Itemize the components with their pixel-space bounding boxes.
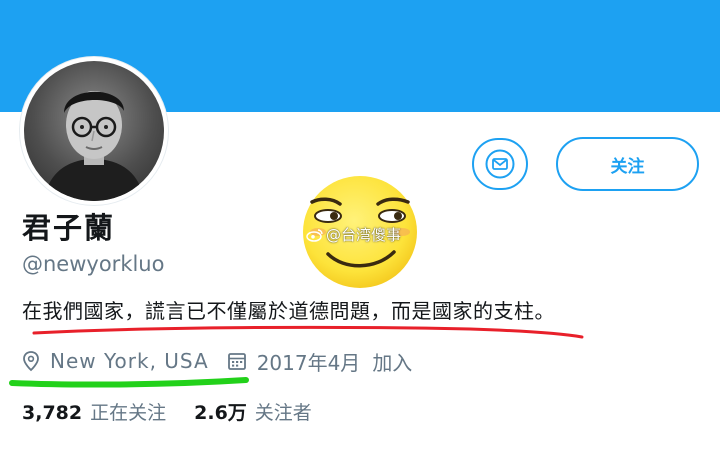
joined-date: 2017年4月: [256, 350, 361, 375]
portrait-graphic: [44, 91, 144, 201]
red-underline-annotation: [32, 325, 584, 339]
location-pin-icon: [23, 351, 39, 372]
envelope-icon: [485, 149, 515, 179]
following-count: 3,782: [22, 402, 83, 424]
follow-button[interactable]: 关注: [556, 137, 699, 191]
weibo-icon: [306, 229, 323, 242]
green-underline-annotation: [9, 377, 249, 388]
follow-button-label: 关注: [610, 156, 645, 177]
followers-stat[interactable]: 2.6万 关注者: [194, 398, 312, 425]
following-stat[interactable]: 3,782 正在关注: [22, 398, 166, 425]
watermark-text: @台湾傻事: [326, 226, 402, 244]
location-text: New York, USA: [50, 349, 209, 373]
watermark: @台湾傻事: [306, 224, 401, 245]
handle: @newyorkluo: [22, 252, 165, 276]
calendar-icon: [227, 353, 246, 370]
display-name: 君子蘭: [22, 211, 116, 245]
followers-count: 2.6万: [194, 402, 247, 424]
joined-label: 加入: [372, 350, 413, 375]
avatar[interactable]: [20, 57, 168, 205]
followers-label: 关注者: [254, 402, 312, 424]
profile-stats: 3,782 正在关注 2.6万 关注者: [22, 398, 312, 425]
avatar-photo: [24, 61, 164, 201]
following-label: 正在关注: [90, 402, 167, 424]
bio: 在我們國家，謊言已不僅屬於道德問題，而是國家的支柱。: [22, 299, 555, 323]
profile-meta: New York, USA 2017年4月 加入: [22, 347, 412, 375]
message-button[interactable]: [472, 138, 528, 190]
